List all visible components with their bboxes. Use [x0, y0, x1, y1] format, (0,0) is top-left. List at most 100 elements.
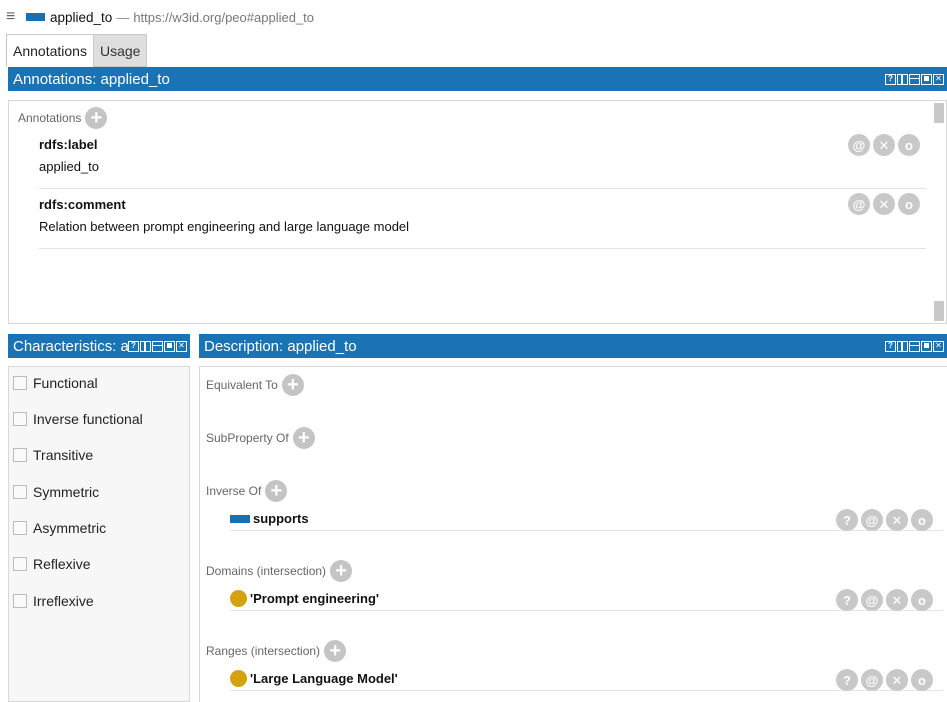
checkbox[interactable] — [13, 412, 27, 426]
maximize-icon[interactable] — [921, 340, 932, 352]
annotate-button[interactable]: @ — [861, 669, 883, 691]
object-property-icon — [230, 514, 250, 523]
characteristic-reflexive[interactable]: Reflexive — [13, 556, 91, 572]
panel-controls: ? ✕ — [885, 73, 947, 85]
subproperty-of-section: SubProperty Of + — [206, 427, 315, 449]
class-icon — [230, 590, 247, 607]
characteristic-functional[interactable]: Functional — [13, 375, 98, 391]
domains-section: Domains (intersection) + — [206, 560, 353, 582]
annotation-item[interactable]: rdfs:comment Relation between prompt eng… — [39, 197, 926, 249]
object-property-icon — [26, 13, 45, 21]
scrollbar-top[interactable] — [934, 103, 944, 123]
panel-title: Characteristics: applied_to — [13, 337, 128, 355]
annotation-row-buttons: @ ✕ o — [848, 193, 920, 215]
domain-class-name: 'Prompt engineering' — [250, 591, 379, 606]
characteristic-label: Asymmetric — [33, 520, 107, 536]
tab-annotations[interactable]: Annotations — [6, 34, 94, 67]
split-vertical-icon[interactable] — [897, 340, 908, 352]
range-row-buttons: ? @ ✕ o — [836, 669, 933, 691]
delete-button[interactable]: ✕ — [886, 509, 908, 531]
range-class-name: 'Large Language Model' — [250, 671, 398, 686]
checkbox[interactable] — [13, 376, 27, 390]
edit-button[interactable]: o — [911, 589, 933, 611]
panel-title: Annotations: applied_to — [13, 70, 170, 88]
characteristic-asymmetric[interactable]: Asymmetric — [13, 520, 106, 536]
annotations-panel: Annotations + rdfs:label applied_to @ ✕ … — [8, 100, 947, 324]
add-annotation-button[interactable]: + — [85, 107, 108, 129]
characteristic-label: Symmetric — [33, 484, 100, 500]
split-vertical-icon[interactable] — [897, 73, 908, 85]
split-horizontal-icon[interactable] — [909, 340, 920, 352]
add-equivalent-button[interactable]: + — [281, 374, 304, 396]
characteristic-label: Reflexive — [33, 556, 91, 572]
section-label: Inverse Of — [206, 484, 262, 498]
inverse-property-name: supports — [253, 511, 309, 526]
section-label: SubProperty Of — [206, 431, 289, 445]
menu-icon[interactable]: ≡ — [6, 8, 24, 26]
annotations-panel-header: Annotations: applied_to ? ✕ — [8, 67, 947, 91]
checkbox[interactable] — [13, 485, 27, 499]
edit-button[interactable]: o — [911, 669, 933, 691]
annotations-section-label: Annotations — [18, 111, 82, 125]
inverse-of-section: Inverse Of + — [206, 480, 288, 502]
edit-button[interactable]: o — [898, 193, 920, 215]
view-tabs: Annotations Usage — [6, 34, 148, 67]
annotate-button[interactable]: @ — [861, 509, 883, 531]
checkbox[interactable] — [13, 521, 27, 535]
annotate-button[interactable]: @ — [848, 134, 870, 156]
title-separator: — — [116, 9, 130, 25]
add-inverse-button[interactable]: + — [265, 480, 288, 502]
characteristic-symmetric[interactable]: Symmetric — [13, 484, 99, 500]
annotation-item[interactable]: rdfs:label applied_to — [39, 137, 926, 189]
edit-button[interactable]: o — [911, 509, 933, 531]
characteristics-panel: Functional Inverse functional Transitive… — [8, 366, 190, 702]
maximize-icon[interactable] — [164, 340, 175, 352]
characteristic-label: Irreflexive — [33, 593, 94, 609]
entity-title-bar: ≡ applied_to — https://w3id.org/peo#appl… — [0, 0, 947, 34]
checkbox[interactable] — [13, 594, 27, 608]
help-icon[interactable]: ? — [128, 340, 139, 352]
close-icon[interactable]: ✕ — [933, 73, 944, 85]
add-domain-button[interactable]: + — [330, 560, 353, 582]
characteristic-label: Inverse functional — [33, 411, 143, 427]
annotate-button[interactable]: @ — [848, 193, 870, 215]
checkbox[interactable] — [13, 557, 27, 571]
section-label: Ranges (intersection) — [206, 644, 321, 658]
ranges-section: Ranges (intersection) + — [206, 640, 347, 662]
delete-button[interactable]: ✕ — [886, 669, 908, 691]
add-subproperty-button[interactable]: + — [292, 427, 315, 449]
split-horizontal-icon[interactable] — [152, 340, 163, 352]
characteristic-label: Transitive — [33, 447, 94, 463]
delete-button[interactable]: ✕ — [886, 589, 908, 611]
delete-button[interactable]: ✕ — [873, 134, 895, 156]
help-icon[interactable]: ? — [885, 73, 896, 85]
scrollbar-bottom[interactable] — [934, 301, 944, 321]
delete-button[interactable]: ✕ — [873, 193, 895, 215]
close-icon[interactable]: ✕ — [933, 340, 944, 352]
help-button[interactable]: ? — [836, 589, 858, 611]
characteristic-irreflexive[interactable]: Irreflexive — [13, 593, 94, 609]
add-range-button[interactable]: + — [324, 640, 347, 662]
panel-title: Description: applied_to — [204, 337, 357, 355]
close-icon[interactable]: ✕ — [176, 340, 187, 352]
checkbox[interactable] — [13, 448, 27, 462]
annotation-value: Relation between prompt engineering and … — [39, 219, 410, 234]
split-horizontal-icon[interactable] — [909, 73, 920, 85]
tab-usage[interactable]: Usage — [93, 34, 148, 67]
annotation-property: rdfs:label — [39, 137, 98, 152]
split-vertical-icon[interactable] — [140, 340, 151, 352]
inverse-row-buttons: ? @ ✕ o — [836, 509, 933, 531]
annotation-property: rdfs:comment — [39, 197, 126, 212]
characteristic-transitive[interactable]: Transitive — [13, 447, 93, 463]
annotate-button[interactable]: @ — [861, 589, 883, 611]
maximize-icon[interactable] — [921, 73, 932, 85]
characteristic-inverse-functional[interactable]: Inverse functional — [13, 411, 143, 427]
help-button[interactable]: ? — [836, 669, 858, 691]
panel-controls: ? ✕ — [128, 340, 190, 352]
edit-button[interactable]: o — [898, 134, 920, 156]
entity-iri: https://w3id.org/peo#applied_to — [133, 9, 314, 25]
help-icon[interactable]: ? — [885, 340, 896, 352]
help-button[interactable]: ? — [836, 509, 858, 531]
characteristics-panel-header: Characteristics: applied_to ? ✕ — [8, 334, 190, 358]
description-panel: Equivalent To + SubProperty Of + Inverse… — [199, 366, 947, 702]
